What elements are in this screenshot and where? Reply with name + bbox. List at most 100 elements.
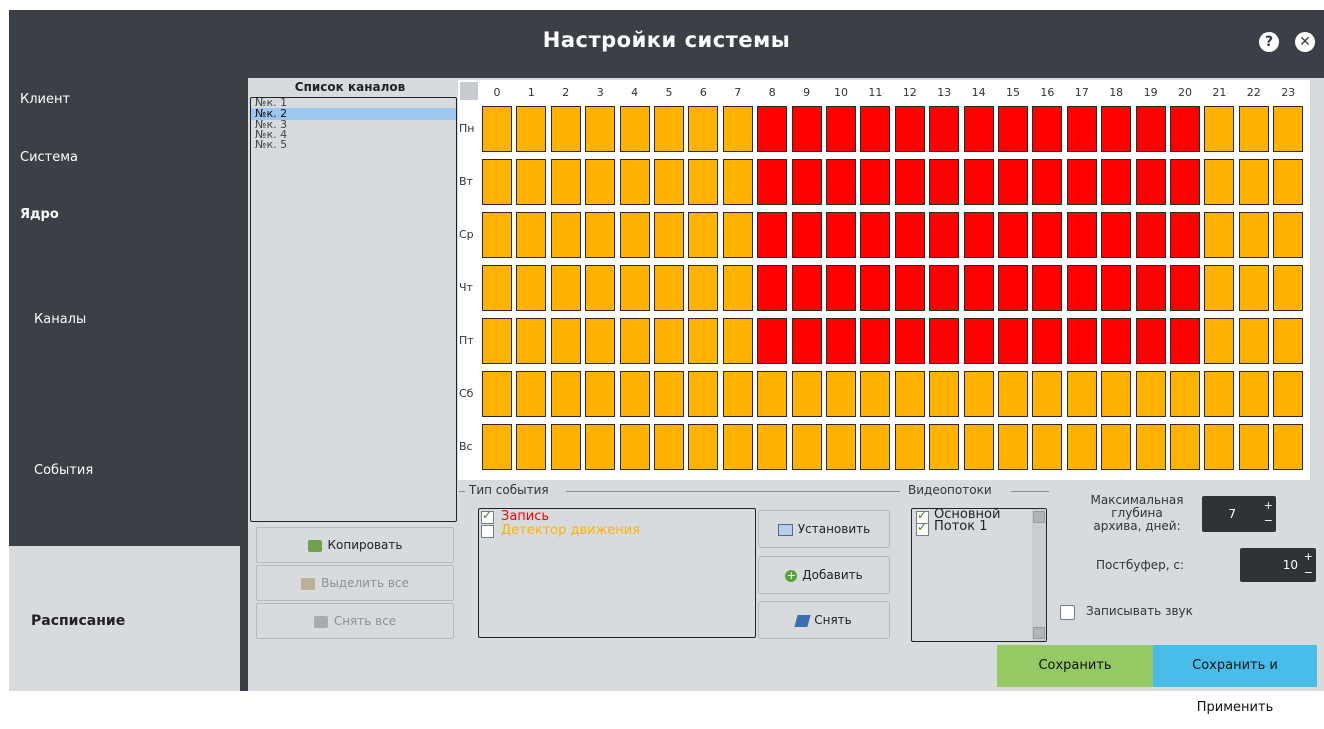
schedule-cell[interactable] bbox=[1101, 106, 1132, 152]
schedule-cell[interactable] bbox=[654, 424, 684, 470]
day-label[interactable]: Сб bbox=[459, 387, 481, 400]
schedule-cell[interactable] bbox=[585, 371, 616, 417]
save-and-apply-button[interactable]: Сохранить и Применить bbox=[1153, 645, 1317, 715]
schedule-cell[interactable] bbox=[688, 424, 719, 470]
schedule-cell[interactable] bbox=[516, 106, 547, 152]
schedule-cell[interactable] bbox=[516, 212, 547, 258]
day-label[interactable]: Вс bbox=[459, 440, 481, 453]
schedule-cell[interactable] bbox=[1135, 371, 1166, 417]
stream1-checkbox[interactable] bbox=[916, 520, 929, 536]
schedule-cell[interactable] bbox=[482, 106, 512, 152]
schedule-cell[interactable] bbox=[654, 318, 684, 364]
hour-label[interactable]: 4 bbox=[618, 86, 652, 99]
postbuffer-spinbox[interactable]: 10 + − bbox=[1240, 548, 1316, 582]
schedule-cell[interactable] bbox=[585, 424, 616, 470]
schedule-cell[interactable] bbox=[860, 212, 891, 258]
schedule-cell[interactable] bbox=[1135, 159, 1166, 205]
schedule-cell[interactable] bbox=[826, 371, 856, 417]
motion-detector-checkbox[interactable] bbox=[481, 525, 494, 538]
schedule-cell[interactable] bbox=[860, 106, 891, 152]
channel-list[interactable]: №к. 1 №к. 2 №к. 3 №к. 4 №к. 5 bbox=[250, 97, 457, 522]
schedule-cell[interactable] bbox=[1032, 371, 1063, 417]
nav-core[interactable]: Ядро bbox=[20, 207, 59, 222]
schedule-cell[interactable] bbox=[585, 318, 616, 364]
schedule-cell[interactable] bbox=[929, 424, 960, 470]
schedule-cell[interactable] bbox=[963, 424, 994, 470]
schedule-cell[interactable] bbox=[998, 159, 1028, 205]
hour-label[interactable]: 3 bbox=[583, 86, 617, 99]
save-button[interactable]: Сохранить bbox=[997, 645, 1153, 687]
schedule-cell[interactable] bbox=[1032, 212, 1063, 258]
schedule-cell[interactable] bbox=[550, 106, 581, 152]
hour-label[interactable]: 23 bbox=[1271, 86, 1305, 99]
schedule-cell[interactable] bbox=[1238, 265, 1269, 311]
schedule-cell[interactable] bbox=[482, 212, 512, 258]
copy-button[interactable]: Копировать bbox=[256, 527, 454, 563]
record-audio-checkbox[interactable] bbox=[1060, 605, 1075, 620]
archive-depth-spinbox[interactable]: 7 + − bbox=[1202, 496, 1276, 532]
hour-label[interactable]: 18 bbox=[1099, 86, 1133, 99]
schedule-cell[interactable] bbox=[860, 318, 891, 364]
schedule-cell[interactable] bbox=[1273, 424, 1304, 470]
schedule-cell[interactable] bbox=[585, 212, 616, 258]
schedule-cell[interactable] bbox=[860, 159, 891, 205]
schedule-cell[interactable] bbox=[619, 106, 650, 152]
hour-label[interactable]: 14 bbox=[962, 86, 996, 99]
hour-label[interactable]: 13 bbox=[927, 86, 961, 99]
schedule-cell[interactable] bbox=[516, 265, 547, 311]
schedule-cell[interactable] bbox=[791, 159, 822, 205]
hour-label[interactable]: 21 bbox=[1202, 86, 1236, 99]
schedule-cell[interactable] bbox=[757, 318, 788, 364]
select-all-button[interactable]: Выделить все bbox=[256, 565, 454, 601]
hour-label[interactable]: 9 bbox=[790, 86, 824, 99]
hour-label[interactable]: 1 bbox=[514, 86, 548, 99]
hour-label[interactable]: 12 bbox=[893, 86, 927, 99]
schedule-cell[interactable] bbox=[654, 212, 684, 258]
schedule-cell[interactable] bbox=[482, 265, 512, 311]
schedule-cell[interactable] bbox=[1273, 265, 1304, 311]
schedule-cell[interactable] bbox=[688, 265, 719, 311]
schedule-cell[interactable] bbox=[1032, 106, 1063, 152]
schedule-cell[interactable] bbox=[1170, 371, 1200, 417]
schedule-cell[interactable] bbox=[860, 371, 891, 417]
schedule-cell[interactable] bbox=[585, 106, 616, 152]
schedule-cell[interactable] bbox=[826, 318, 856, 364]
schedule-cell[interactable] bbox=[757, 424, 788, 470]
schedule-cell[interactable] bbox=[550, 212, 581, 258]
schedule-cell[interactable] bbox=[722, 318, 753, 364]
schedule-cell[interactable] bbox=[1135, 212, 1166, 258]
set-button[interactable]: Установить bbox=[758, 510, 890, 548]
schedule-cell[interactable] bbox=[550, 424, 581, 470]
schedule-cell[interactable] bbox=[757, 212, 788, 258]
schedule-cell[interactable] bbox=[1273, 318, 1304, 364]
channel-item[interactable]: №к. 5 bbox=[251, 139, 456, 150]
schedule-cell[interactable] bbox=[482, 424, 512, 470]
schedule-cell[interactable] bbox=[1066, 159, 1097, 205]
schedule-cell[interactable] bbox=[722, 159, 753, 205]
hour-label[interactable]: 6 bbox=[686, 86, 720, 99]
schedule-cell[interactable] bbox=[963, 318, 994, 364]
schedule-cell[interactable] bbox=[654, 265, 684, 311]
nav-schedule[interactable]: Расписание bbox=[9, 546, 240, 691]
day-label[interactable]: Пт bbox=[459, 334, 481, 347]
schedule-cell[interactable] bbox=[757, 159, 788, 205]
schedule-cell[interactable] bbox=[1273, 106, 1304, 152]
remove-button[interactable]: Снять bbox=[758, 601, 890, 639]
schedule-cell[interactable] bbox=[1204, 371, 1235, 417]
schedule-cell[interactable] bbox=[516, 159, 547, 205]
schedule-cell[interactable] bbox=[1101, 318, 1132, 364]
decrement-icon[interactable]: − bbox=[1264, 514, 1273, 527]
schedule-cell[interactable] bbox=[1204, 212, 1235, 258]
schedule-cell[interactable] bbox=[1066, 424, 1097, 470]
schedule-cell[interactable] bbox=[894, 318, 925, 364]
schedule-cell[interactable] bbox=[860, 265, 891, 311]
schedule-cell[interactable] bbox=[1101, 371, 1132, 417]
nav-system[interactable]: Система bbox=[20, 150, 78, 165]
hour-label[interactable]: 10 bbox=[824, 86, 858, 99]
close-icon[interactable]: ✕ bbox=[1295, 32, 1315, 52]
schedule-cell[interactable] bbox=[963, 371, 994, 417]
schedule-cell[interactable] bbox=[963, 106, 994, 152]
schedule-cell[interactable] bbox=[619, 424, 650, 470]
schedule-cell[interactable] bbox=[757, 106, 788, 152]
schedule-cell[interactable] bbox=[688, 106, 719, 152]
